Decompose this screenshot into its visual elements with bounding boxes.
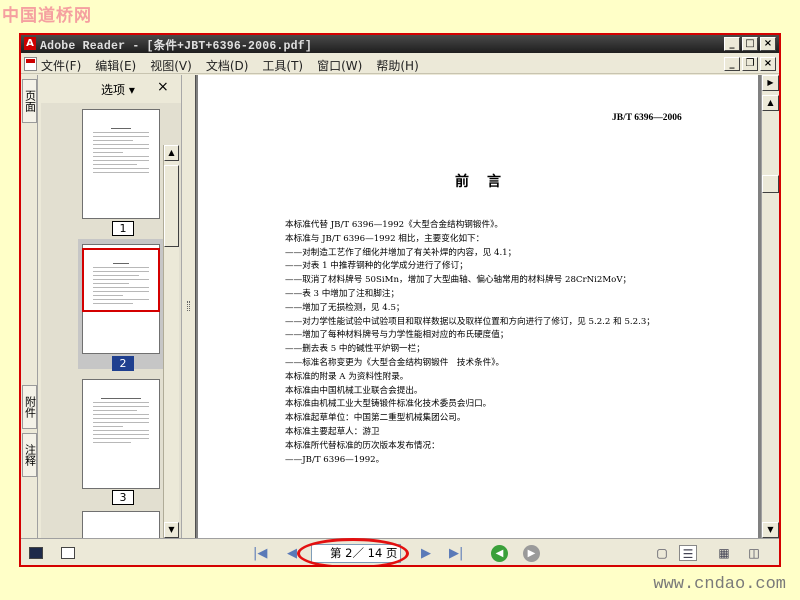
page-thumbnail-1[interactable] <box>82 109 160 219</box>
body-line: ——表 3 中增加了注和脚注； <box>285 288 400 299</box>
close-window-button[interactable]: × <box>760 37 776 51</box>
doc-scroll-down-arrow-icon[interactable]: ▼ <box>762 522 779 538</box>
previous-view-icon[interactable]: ◀ <box>491 545 508 562</box>
next-page-icon[interactable]: ▶ <box>421 546 431 561</box>
body-line: ——删去表 5 中的碱性平炉钢一栏； <box>285 344 425 355</box>
menu-help[interactable]: 帮助(H) <box>376 57 418 74</box>
document-scroll-thumb[interactable] <box>762 175 779 193</box>
thumbnails-scrollbar[interactable]: ▲ ▼ <box>163 145 179 538</box>
body-line: 本标准代替 JB/T 6396—1992《大型合金结构钢锻件》。 <box>285 220 503 230</box>
window-title: Adobe Reader - [条件+JBT+6396-2006.pdf] <box>40 40 312 53</box>
document-body: 本标准代替 JB/T 6396—1992《大型合金结构钢锻件》。 本标准与 JB… <box>285 219 725 467</box>
navigation-tab-strip: 页面 附件 注释 <box>21 75 38 538</box>
body-line: 本标准的附录 A 为资料性附录。 <box>285 371 409 382</box>
page-number-highlight-circle <box>297 538 409 565</box>
document-window-controls: _ ❐ × <box>724 57 776 71</box>
pdf-document-icon[interactable] <box>24 57 37 71</box>
menu-window[interactable]: 窗口(W) <box>317 57 362 74</box>
adobe-reader-app-icon[interactable]: A <box>24 37 36 50</box>
tab-pages[interactable]: 页面 <box>22 79 37 123</box>
thumbnails-panel-header: 选项 ▾ × <box>39 75 181 101</box>
title-bar: A Adobe Reader - [条件+JBT+6396-2006.pdf] … <box>21 35 779 53</box>
tab-attachments[interactable]: 附件 <box>22 385 37 429</box>
body-line: 本标准起草单位：中国第二重型机械集团公司。 <box>285 413 466 424</box>
site-watermark-bottom: www.cndao.com <box>653 575 786 594</box>
collapse-icon[interactable] <box>61 547 75 559</box>
doc-scroll-up-arrow-icon[interactable]: ▲ <box>762 95 779 111</box>
page-thumbnail-3[interactable] <box>82 379 160 489</box>
scroll-up-arrow-icon[interactable]: ▲ <box>164 145 179 161</box>
document-view[interactable]: JB/T 6396—2006 前言 本标准代替 JB/T 6396—1992《大… <box>195 75 761 538</box>
site-watermark-top: 中国道桥网 <box>2 6 92 26</box>
panel-splitter[interactable] <box>181 75 195 538</box>
tab-comments[interactable]: 注释 <box>22 433 37 477</box>
continuous-layout-icon[interactable]: ☰ <box>679 545 697 561</box>
first-page-icon[interactable]: |◀ <box>253 546 267 561</box>
next-view-icon[interactable]: ▶ <box>523 545 540 562</box>
page-thumbnails-panel: 选项 ▾ × 1 2 3 ▲ ▼ <box>39 75 183 558</box>
window-controls: _ □ × <box>724 37 776 51</box>
thumbnail-list: 1 2 3 <box>41 103 183 558</box>
adobe-reader-window: A Adobe Reader - [条件+JBT+6396-2006.pdf] … <box>19 33 781 567</box>
body-line: 本标准主要起草人：游卫 <box>285 426 380 437</box>
thumbnail-label-3: 3 <box>112 490 134 505</box>
splitter-grip-icon <box>187 301 190 311</box>
minimize-window-button[interactable]: _ <box>724 37 740 51</box>
body-line: ——增加了无损检测，见 4.5； <box>285 302 405 313</box>
body-line: 本标准所代替标准的历次版本发布情况： <box>285 440 440 451</box>
thumbnail-label-2: 2 <box>112 356 134 371</box>
body-line: ——对表 1 中推荐钢种的化学成分进行了修订； <box>285 261 468 272</box>
menu-bar: 文件(F) 编辑(E) 视图(V) 文档(D) 工具(T) 窗口(W) 帮助(H… <box>21 54 779 74</box>
menu-edit[interactable]: 编辑(E) <box>95 57 136 74</box>
body-line: ——对力学性能试验中试验项目和取样数据以及取样位置和方向进行了修订，见 5.2.… <box>285 316 655 327</box>
body-line: 本标准由中国机械工业联合会提出。 <box>285 385 423 396</box>
body-line: 本标准与 JB/T 6396—1992 相比，主要变化如下： <box>285 233 485 244</box>
facing-layout-icon[interactable]: ◫ <box>745 545 763 561</box>
body-line: ——JB/T 6396—1992。 <box>285 454 385 465</box>
close-panel-icon[interactable]: × <box>157 79 169 95</box>
thumbnails-scroll-thumb[interactable] <box>164 165 179 247</box>
thumbnail-label-1: 1 <box>112 221 134 236</box>
menu-document[interactable]: 文档(D) <box>206 57 249 74</box>
page-heading: 前言 <box>455 174 519 190</box>
single-page-layout-icon[interactable]: ▢ <box>653 545 671 561</box>
visible-area-frame[interactable] <box>82 248 160 312</box>
body-line: ——标准名称变更为《大型合金结构钢锻件 技术条件》。 <box>285 357 505 368</box>
body-line: ——对制造工艺作了细化并增加了有关补焊的内容，见 4.1； <box>285 247 517 258</box>
standard-id: JB/T 6396—2006 <box>612 113 682 123</box>
close-document-button[interactable]: × <box>760 57 776 71</box>
status-bar: |◀ ◀ 第 2／ 14 页 ▶ ▶| ◀ ▶ ▢ ☰ ▦ ◫ <box>21 538 779 565</box>
continuous-facing-layout-icon[interactable]: ▦ <box>715 545 733 561</box>
doc-menu-arrow-icon[interactable]: ▶ <box>762 75 779 91</box>
previous-page-icon[interactable]: ◀ <box>287 546 297 561</box>
body-line: 本标准由机械工业大型铸锻件标准化技术委员会归口。 <box>285 399 492 410</box>
restore-document-button[interactable]: ❐ <box>742 57 758 71</box>
pdf-page: JB/T 6396—2006 前言 本标准代替 JB/T 6396—1992《大… <box>198 75 758 538</box>
maximize-window-button[interactable]: □ <box>742 37 758 51</box>
options-menu-button[interactable]: 选项 ▾ <box>101 81 135 98</box>
menu-view[interactable]: 视图(V) <box>150 57 192 74</box>
body-line: ——取消了材料牌号 50SiMn，增加了大型曲轴、偏心轴常用的材料牌号 28Cr… <box>285 275 632 286</box>
menu-tools[interactable]: 工具(T) <box>262 57 303 74</box>
document-scrollbar[interactable]: ▶ ▲ ▼ <box>761 75 779 538</box>
minimize-document-button[interactable]: _ <box>724 57 740 71</box>
menu-file[interactable]: 文件(F) <box>41 57 81 74</box>
scroll-down-arrow-icon[interactable]: ▼ <box>164 522 179 538</box>
page-layout-icon[interactable] <box>29 547 43 559</box>
last-page-icon[interactable]: ▶| <box>449 546 463 561</box>
body-line: ——增加了每种材料牌号与力学性能相对应的布氏硬度值； <box>285 330 509 341</box>
